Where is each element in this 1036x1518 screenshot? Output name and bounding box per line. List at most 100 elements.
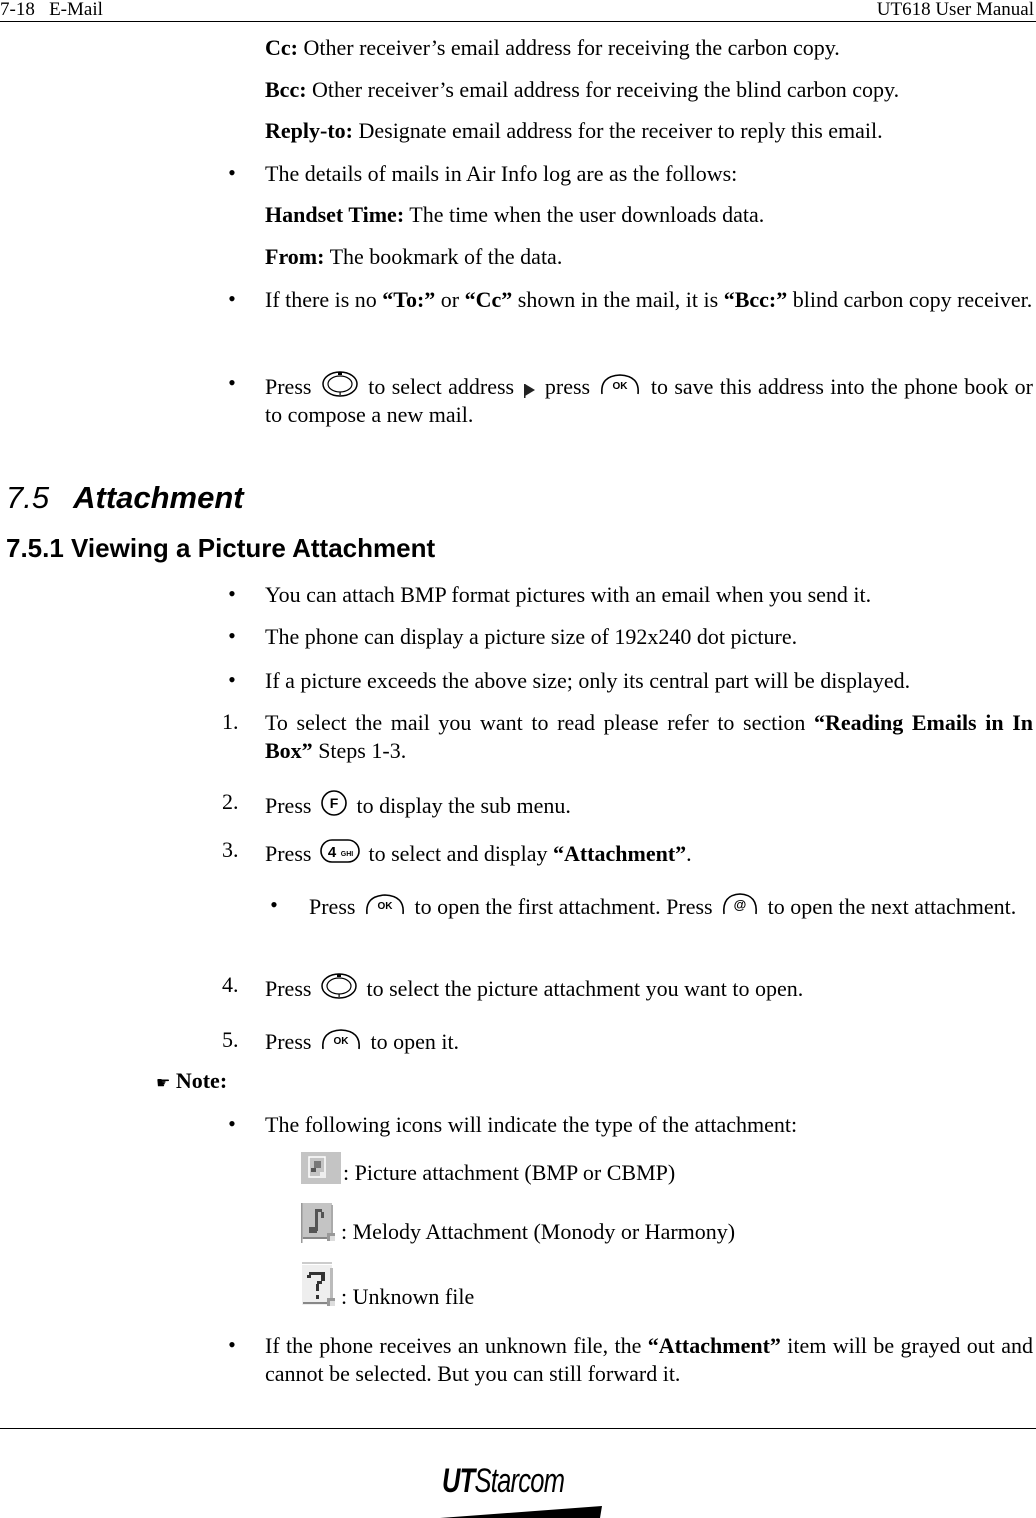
header-divider: [0, 21, 1036, 22]
step-5: Press OK to open it.: [265, 1027, 1033, 1056]
svg-text:OK: OK: [613, 381, 629, 392]
ok-key-icon: OK: [363, 892, 407, 918]
text: Steps 1-3.: [312, 738, 407, 763]
utstarcom-logo: UTStarcom: [440, 1462, 610, 1518]
header-manual-title: UT618 User Manual: [876, 0, 1034, 20]
page-header: 7-18 E-Mail UT618 User Manual: [0, 0, 1036, 22]
text: to display the sub menu.: [350, 793, 571, 818]
field-label: Cc:: [265, 35, 298, 60]
svg-text:OK: OK: [333, 1036, 349, 1047]
bullet-icon: •: [228, 623, 236, 648]
field-label: Bcc:: [265, 77, 307, 102]
function-key-icon: F: [319, 789, 349, 817]
step-2: Press F to display the sub menu.: [265, 789, 1033, 820]
footer-divider: [0, 1428, 1036, 1429]
text: Press: [265, 841, 317, 866]
field-label: From:: [265, 244, 325, 269]
right-arrow-icon: [523, 382, 537, 398]
section-number: 7.5: [6, 480, 50, 515]
ok-key-icon: OK: [319, 1027, 363, 1053]
intro-bullet: If a picture exceeds the above size; onl…: [265, 668, 911, 693]
bold-text: “Cc”: [464, 287, 513, 312]
text: shown in the mail, it is: [512, 287, 724, 312]
field-text: Other receiver’s email address for recei…: [306, 77, 900, 102]
bullet-icon: •: [228, 1332, 236, 1357]
step-1: To select the mail you want to read plea…: [265, 709, 1033, 765]
text: to open the next attachment.: [762, 894, 1017, 919]
subsection-heading: 7.5.1 Viewing a Picture Attachment: [6, 533, 436, 563]
icon-legend-unknown: : Unknown file: [301, 1262, 1001, 1322]
svg-text:F: F: [330, 795, 339, 811]
unknown-file-note: If the phone receives an unknown file, t…: [265, 1332, 1033, 1388]
text: blind carbon copy receiver.: [787, 287, 1033, 312]
bullet-icon: •: [228, 286, 236, 311]
svg-text:4: 4: [328, 844, 337, 861]
text: Press: [265, 976, 317, 1001]
bcc-note: If there is no “To:” or “Cc” shown in th…: [265, 286, 1033, 314]
text: If there is no: [265, 287, 383, 312]
text: Press: [309, 894, 361, 919]
field-reply-to: Reply-to: Designate email address for th…: [265, 117, 1033, 145]
text: To select the mail you want to read plea…: [265, 710, 814, 735]
text: If the phone receives an unknown file, t…: [265, 1333, 648, 1358]
field-cc: Cc: Other receiver’s email address for r…: [265, 34, 1033, 62]
field-text: The time when the user downloads data.: [404, 202, 765, 227]
at-key-icon: @: [720, 892, 760, 918]
bullet-icon: •: [270, 892, 278, 917]
bold-text: “Bcc:”: [723, 287, 788, 312]
bold-text: “Attachment”: [552, 841, 687, 866]
logo-starcom: Starcom: [474, 1462, 565, 1500]
header-chapter: 7-18 E-Mail: [0, 0, 103, 20]
airinfo-bullet: The details of mails in Air Info log are…: [265, 161, 738, 186]
text: to open it.: [364, 1029, 460, 1054]
section-title: Attachment: [73, 480, 244, 515]
text: .: [686, 841, 692, 866]
text: Press: [265, 793, 317, 818]
navigation-key-icon: [319, 972, 359, 1000]
field-label: Handset Time:: [265, 202, 405, 227]
text: Press: [265, 374, 318, 399]
bullet-icon: •: [228, 370, 236, 395]
text: to select and display: [362, 841, 553, 866]
intro-bullet: The phone can display a picture size of …: [265, 624, 798, 649]
field-handset-time: Handset Time: The time when the user dow…: [265, 201, 1033, 229]
pointing-hand-icon: ☛: [156, 1073, 171, 1092]
note-title: Note:: [175, 1068, 228, 1093]
svg-text:GHI: GHI: [341, 851, 354, 858]
bullet-icon: •: [228, 667, 236, 692]
bullet-icon: •: [228, 160, 236, 185]
icon-legend-text: : Picture attachment (BMP or CBMP): [343, 1160, 676, 1185]
step-number: 1.: [222, 709, 239, 734]
press-note: Press to select address press OK to save…: [265, 370, 1033, 429]
note-label: ☛ Note:: [156, 1068, 227, 1094]
text: Press: [265, 1029, 317, 1054]
icon-legend-text: : Unknown file: [341, 1284, 475, 1309]
ok-key-icon: OK: [598, 372, 642, 398]
icon-legend-text: : Melody Attachment (Monody or Harmony): [341, 1219, 736, 1244]
step-3-sub: Press OK to open the first attachment. P…: [309, 892, 1033, 921]
key-4-ghi-icon: 4 GHI: [319, 837, 361, 865]
note-bullet: The following icons will indicate the ty…: [265, 1112, 798, 1137]
bold-text: “Attachment”: [647, 1333, 781, 1358]
step-number: 5.: [222, 1027, 239, 1052]
icon-legend-picture: : Picture attachment (BMP or CBMP): [301, 1152, 1001, 1193]
step-number: 4.: [222, 972, 239, 997]
picture-file-icon: [301, 1152, 341, 1184]
svg-text:@: @: [734, 897, 747, 912]
icon-legend-melody: : Melody Attachment (Monody or Harmony): [301, 1203, 1001, 1255]
step-number: 2.: [222, 789, 239, 814]
field-text: Designate email address for the receiver…: [352, 118, 883, 143]
logo-wordmark: UTStarcom: [442, 1462, 565, 1501]
bullet-icon: •: [228, 1111, 236, 1136]
navigation-key-icon: [320, 370, 360, 398]
unknown-file-icon: [301, 1262, 339, 1308]
text: or: [435, 287, 465, 312]
step-4: Press to select the picture attachment y…: [265, 972, 1033, 1003]
text: press: [538, 374, 597, 399]
text: to select the picture attachment you wan…: [360, 976, 804, 1001]
field-text: Other receiver’s email address for recei…: [297, 35, 840, 60]
logo-ut: UT: [442, 1462, 475, 1500]
field-from: From: The bookmark of the data.: [265, 243, 1033, 271]
field-text: The bookmark of the data.: [324, 244, 563, 269]
logo-swoosh-icon: [440, 1506, 602, 1518]
